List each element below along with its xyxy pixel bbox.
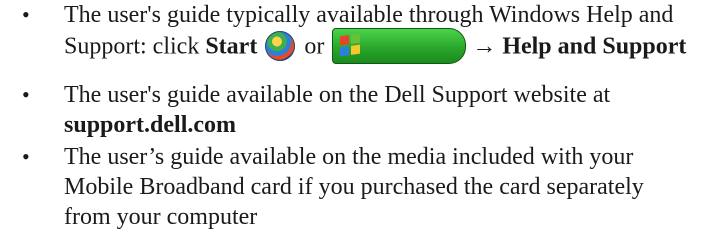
bullet: • (22, 82, 30, 107)
windows-flag-icon (340, 33, 361, 57)
item-text-line: Support: click Start or → Help and Suppor… (64, 28, 687, 66)
arrow-glyph: → (472, 33, 497, 60)
item-text-line: The user's guide typically available thr… (64, 2, 674, 28)
bullet: • (22, 144, 30, 169)
text-segment: or (304, 33, 325, 60)
item-text-line: from your computer (64, 204, 258, 230)
windows-xp-start-button-icon (332, 28, 467, 64)
windows-vista-start-orb-icon (265, 31, 296, 61)
bullet-list: • The user's guide typically available t… (0, 0, 728, 246)
text-segment: Support: click (64, 33, 206, 60)
item-text-line: Mobile Broadband card if you purchased t… (64, 174, 644, 200)
start-label: Start (205, 33, 258, 60)
support-url[interactable]: support.dell.com (64, 112, 236, 138)
support-link[interactable]: support.dell.com (64, 112, 236, 138)
help-and-support-label: Help and Support (502, 33, 687, 60)
item-text-line: The user’s guide available on the media … (64, 144, 634, 170)
bullet: • (22, 2, 30, 27)
item-text-line: The user's guide available on the Dell S… (64, 82, 611, 108)
